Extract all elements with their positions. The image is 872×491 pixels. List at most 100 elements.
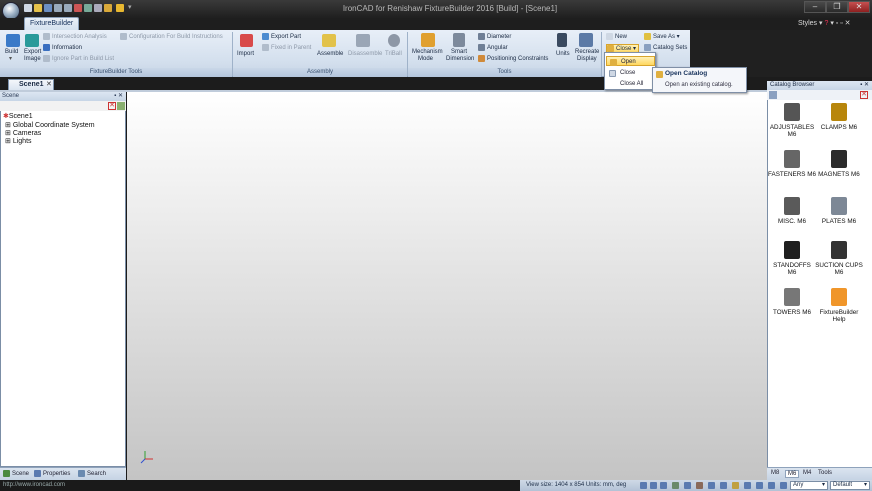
menu-item-open[interactable]: Open [606, 56, 655, 66]
diameter-button[interactable]: Diameter [478, 33, 511, 41]
catalog-new-button[interactable]: New [606, 33, 627, 41]
print-icon[interactable] [74, 4, 82, 12]
delete-icon[interactable]: ✕ [860, 91, 868, 99]
panel-pin-icon[interactable]: ▪ ✕ [860, 81, 869, 90]
shaded-icon[interactable] [720, 482, 727, 489]
triball-icon[interactable] [388, 34, 400, 47]
menu-item-close[interactable]: Close [606, 68, 655, 78]
catalog-tab-m6[interactable]: M6 [785, 470, 800, 478]
pan-icon[interactable] [640, 482, 647, 489]
catalog-item-misc[interactable]: MISC. M6 [768, 197, 816, 225]
zoom-icon[interactable] [650, 482, 657, 489]
tab-search[interactable]: Search [78, 470, 106, 477]
menu-item-close-all[interactable]: Close All [606, 79, 655, 89]
3d-viewport[interactable] [127, 92, 767, 480]
catalog-tab-m8[interactable]: M8 [771, 470, 779, 476]
catalog-item-magnets[interactable]: MAGNETS M6 [815, 150, 863, 178]
catalog-tab-tools[interactable]: Tools [818, 470, 832, 476]
tab-properties[interactable]: Properties [34, 470, 70, 477]
smart-dimension-button[interactable]: Smart [451, 49, 467, 56]
ignore-part-button[interactable]: Ignore Part in Build List [43, 55, 114, 63]
new-file-icon[interactable] [24, 4, 32, 12]
catalog-item-fasteners[interactable]: FASTENERS M6 [768, 150, 816, 178]
styles-menu[interactable]: Styles ▾ ? ▾ ▫ ▫ ✕ [798, 19, 851, 27]
build-icon[interactable] [6, 34, 20, 47]
tab-fixturebuilder[interactable]: FixtureBuilder [24, 17, 80, 30]
expand-icon[interactable]: ⊞ [5, 130, 11, 137]
angular-button[interactable]: Angular [478, 44, 508, 52]
disassemble-button[interactable]: Disassemble [348, 51, 382, 58]
undo-icon[interactable] [54, 4, 62, 12]
tree-item-lights[interactable]: ⊞ Lights [5, 138, 32, 146]
copy-icon[interactable] [94, 4, 102, 12]
minimize-button[interactable]: – [804, 1, 826, 13]
selection-filter-select[interactable]: Any ▾ [790, 481, 828, 490]
tree-item-scene[interactable]: ✱Scene1 [3, 113, 33, 121]
paste-icon[interactable] [104, 4, 112, 12]
expand-icon[interactable]: ⊞ [5, 122, 11, 129]
restore-button[interactable]: ❐ [826, 1, 848, 13]
panel-pin-icon[interactable]: ▪ ✕ [114, 92, 123, 101]
catalog-tab-m4[interactable]: M4 [803, 470, 811, 476]
positioning-constraints-button[interactable]: Positioning Constraints [478, 55, 548, 63]
orbit-icon[interactable] [660, 482, 667, 489]
close-tab-icon[interactable]: ✕ [46, 80, 52, 88]
view-icon[interactable] [672, 482, 679, 489]
redo-icon[interactable] [64, 4, 72, 12]
catalog-item-fixturebuilder-help[interactable]: FixtureBuilder Help [815, 288, 863, 323]
catalog-sets-button[interactable]: Catalog Sets [644, 44, 687, 52]
close-button[interactable]: ✕ [848, 1, 870, 13]
smart-dimension-icon[interactable] [453, 33, 465, 47]
mechanism-mode-button[interactable]: Mechanism [412, 49, 443, 56]
catalog-item-standoffs[interactable]: STANDOFFS M6 [768, 241, 816, 276]
style-select[interactable]: Default ▾ [830, 481, 870, 490]
catalog-item-plates[interactable]: PLATES M6 [815, 197, 863, 225]
lighting-icon[interactable] [732, 482, 739, 489]
recreate-display-icon[interactable] [579, 33, 593, 47]
help-icon[interactable] [116, 4, 124, 12]
tree-item-global-coordinate-system[interactable]: ⊞ Global Coordinate System [5, 122, 95, 130]
filter-icon[interactable] [117, 102, 125, 110]
save-icon[interactable] [44, 4, 52, 12]
catalog-item-towers[interactable]: TOWERS M6 [768, 288, 816, 316]
catalog-view-icon[interactable] [769, 91, 777, 99]
assemble-button[interactable]: Assemble [317, 51, 343, 58]
quick-access-dropdown-icon[interactable]: ▾ [128, 3, 132, 11]
filter-icon[interactable] [780, 482, 787, 489]
intersection-analysis-button[interactable]: Intersection Analysis [43, 33, 107, 41]
render-icon[interactable] [696, 482, 703, 489]
delete-icon[interactable]: ✕ [108, 102, 116, 110]
import-icon[interactable] [240, 34, 253, 47]
configuration-button[interactable]: Configuration For Build Instructions [120, 33, 223, 41]
cut-icon[interactable] [84, 4, 92, 12]
wireframe-icon[interactable] [708, 482, 715, 489]
build-button[interactable]: Build [5, 49, 18, 56]
export-image-icon[interactable] [25, 34, 39, 47]
information-button[interactable]: Information [43, 44, 82, 52]
build-dropdown-icon[interactable]: ▾ [9, 56, 12, 63]
fixed-in-parent-button[interactable]: Fixed in Parent [262, 44, 311, 52]
export-image-button[interactable]: Export [24, 49, 41, 56]
camera-icon[interactable] [756, 482, 763, 489]
tab-scene[interactable]: Scene [3, 470, 29, 477]
disassemble-icon[interactable] [356, 34, 370, 47]
catalog-item-clamps[interactable]: CLAMPS M6 [815, 103, 863, 131]
units-icon[interactable] [557, 33, 567, 47]
catalog-item-suction-cups[interactable]: SUCTION CUPS M6 [815, 241, 863, 276]
mechanism-icon[interactable] [421, 33, 435, 47]
catalog-save-as-button[interactable]: Save As ▾ [644, 33, 680, 41]
recreate-display-button[interactable]: Recreate [575, 49, 599, 56]
import-button[interactable]: Import [237, 51, 254, 58]
open-file-icon[interactable] [34, 4, 42, 12]
units-button[interactable]: Units [556, 51, 570, 58]
catalog-item-adjustables[interactable]: ADJUSTABLES M6 [768, 103, 816, 138]
expand-icon[interactable]: ⊞ [5, 138, 11, 145]
selection-icon[interactable] [768, 482, 775, 489]
fit-icon[interactable] [684, 482, 691, 489]
assemble-icon[interactable] [322, 34, 336, 47]
triball-button[interactable]: TriBall [385, 51, 402, 58]
perspective-icon[interactable] [744, 482, 751, 489]
help-icon[interactable]: ? [824, 20, 828, 27]
tree-item-cameras[interactable]: ⊞ Cameras [5, 130, 41, 138]
export-part-button[interactable]: Export Part [262, 33, 301, 41]
